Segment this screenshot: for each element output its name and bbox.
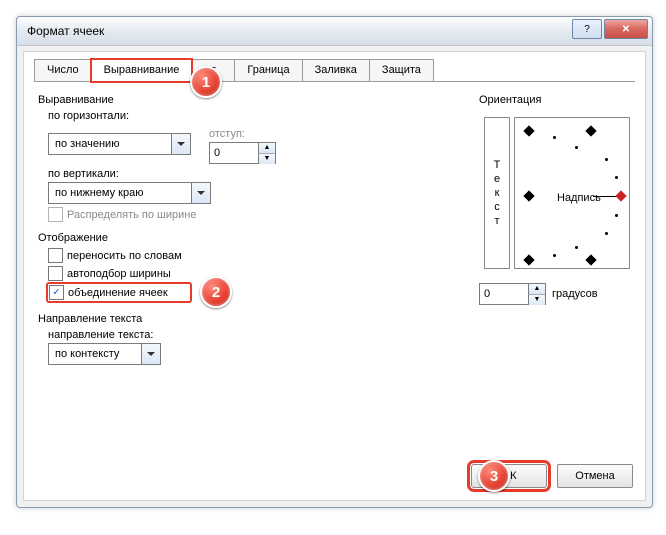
text-direction-field-label: направление текста:: [48, 329, 438, 341]
spinner-up-icon[interactable]: ▲: [528, 284, 545, 295]
wrap-text-checkbox[interactable]: переносить по словам: [48, 248, 438, 263]
spinner-up-icon[interactable]: ▲: [258, 143, 275, 154]
spinner-down-icon[interactable]: ▼: [258, 154, 275, 164]
close-button[interactable]: ✕: [604, 19, 648, 39]
orientation-vertical-char: е: [494, 172, 500, 186]
chevron-down-icon: [171, 134, 190, 154]
orientation-caption: Надпись: [557, 192, 601, 204]
tab-border[interactable]: Граница: [234, 59, 302, 82]
indent-spinner[interactable]: 0 ▲▼: [209, 142, 276, 164]
wrap-text-label: переносить по словам: [67, 250, 182, 262]
degrees-spinner[interactable]: 0 ▲▼: [479, 283, 546, 305]
merge-cells-checkbox[interactable]: ✓ объединение ячеек: [48, 284, 190, 301]
orientation-dot: [575, 246, 578, 249]
orientation-dial[interactable]: Надпись: [514, 117, 630, 269]
window-title: Формат ячеек: [27, 24, 104, 38]
orientation-marker-icon: [585, 125, 596, 136]
horizontal-label: по горизонтали:: [48, 110, 438, 122]
tab-protection[interactable]: Защита: [369, 59, 434, 82]
orientation-dot: [553, 136, 556, 139]
dialog-body: Число Выравнивание т Граница Заливка Защ…: [23, 51, 646, 501]
orientation-dot: [615, 176, 618, 179]
distribute-checkbox: Распределять по ширине: [48, 207, 438, 222]
orientation-dot: [615, 214, 618, 217]
checkbox-box: [48, 266, 63, 281]
tab-fill[interactable]: Заливка: [302, 59, 370, 82]
text-direction-value: по контексту: [49, 348, 141, 360]
orientation-vertical-button[interactable]: Т е к с т: [484, 117, 510, 269]
annotation-badge-2: 2: [200, 276, 232, 308]
degrees-value: 0: [480, 288, 528, 300]
orientation-vertical-char: с: [494, 200, 500, 214]
distribute-label: Распределять по ширине: [67, 209, 196, 221]
tab-alignment[interactable]: Выравнивание: [91, 59, 193, 82]
vertical-dropdown[interactable]: по нижнему краю: [48, 182, 211, 204]
vertical-label: по вертикали:: [48, 168, 438, 180]
horizontal-value: по значению: [49, 138, 171, 150]
orientation-dot: [575, 146, 578, 149]
chevron-down-icon: [191, 183, 210, 203]
orientation-vertical-char: Т: [494, 158, 501, 172]
help-button[interactable]: ?: [572, 19, 602, 39]
orientation-marker-icon: [523, 190, 534, 201]
tab-strip: Число Выравнивание т Граница Заливка Защ…: [34, 58, 433, 81]
horizontal-dropdown[interactable]: по значению: [48, 133, 191, 155]
orientation-vertical-char: к: [495, 186, 500, 200]
text-direction-dropdown[interactable]: по контексту: [48, 343, 161, 365]
help-icon: ?: [584, 24, 590, 35]
spinner-down-icon[interactable]: ▼: [528, 295, 545, 305]
vertical-value: по нижнему краю: [49, 187, 191, 199]
checkbox-box: [48, 207, 63, 222]
text-direction-section-label: Направление текста: [38, 313, 438, 325]
orientation-active-marker-icon: [615, 190, 626, 201]
degrees-label: градусов: [552, 288, 598, 300]
orientation-marker-icon: [523, 254, 534, 265]
indent-label: отступ:: [209, 128, 276, 140]
annotation-badge-3: 3: [478, 460, 510, 492]
orientation-group: Ориентация Т е к с т Надпись: [479, 92, 631, 305]
orientation-vertical-char: т: [494, 214, 499, 228]
chevron-down-icon: [141, 344, 160, 364]
titlebar[interactable]: Формат ячеек ? ✕: [17, 17, 652, 46]
tab-number[interactable]: Число: [34, 59, 92, 82]
orientation-dot: [605, 158, 608, 161]
display-section-label: Отображение: [38, 232, 438, 244]
alignment-section-label: Выравнивание: [38, 94, 438, 106]
checkbox-box-checked: ✓: [49, 285, 64, 300]
orientation-marker-icon: [585, 254, 596, 265]
autofit-checkbox[interactable]: автоподбор ширины: [48, 266, 438, 281]
annotation-badge-1: 1: [190, 66, 222, 98]
autofit-label: автоподбор ширины: [67, 268, 171, 280]
orientation-dot: [553, 254, 556, 257]
orientation-section-label: Ориентация: [479, 94, 631, 106]
checkbox-box: [48, 248, 63, 263]
cancel-button[interactable]: Отмена: [557, 464, 633, 488]
merge-cells-label: объединение ячеек: [68, 287, 168, 299]
indent-value: 0: [210, 147, 258, 159]
close-icon: ✕: [622, 24, 630, 35]
dialog-window: Формат ячеек ? ✕ Число Выравнивание т Гр…: [16, 16, 653, 508]
orientation-dot: [605, 232, 608, 235]
orientation-marker-icon: [523, 125, 534, 136]
